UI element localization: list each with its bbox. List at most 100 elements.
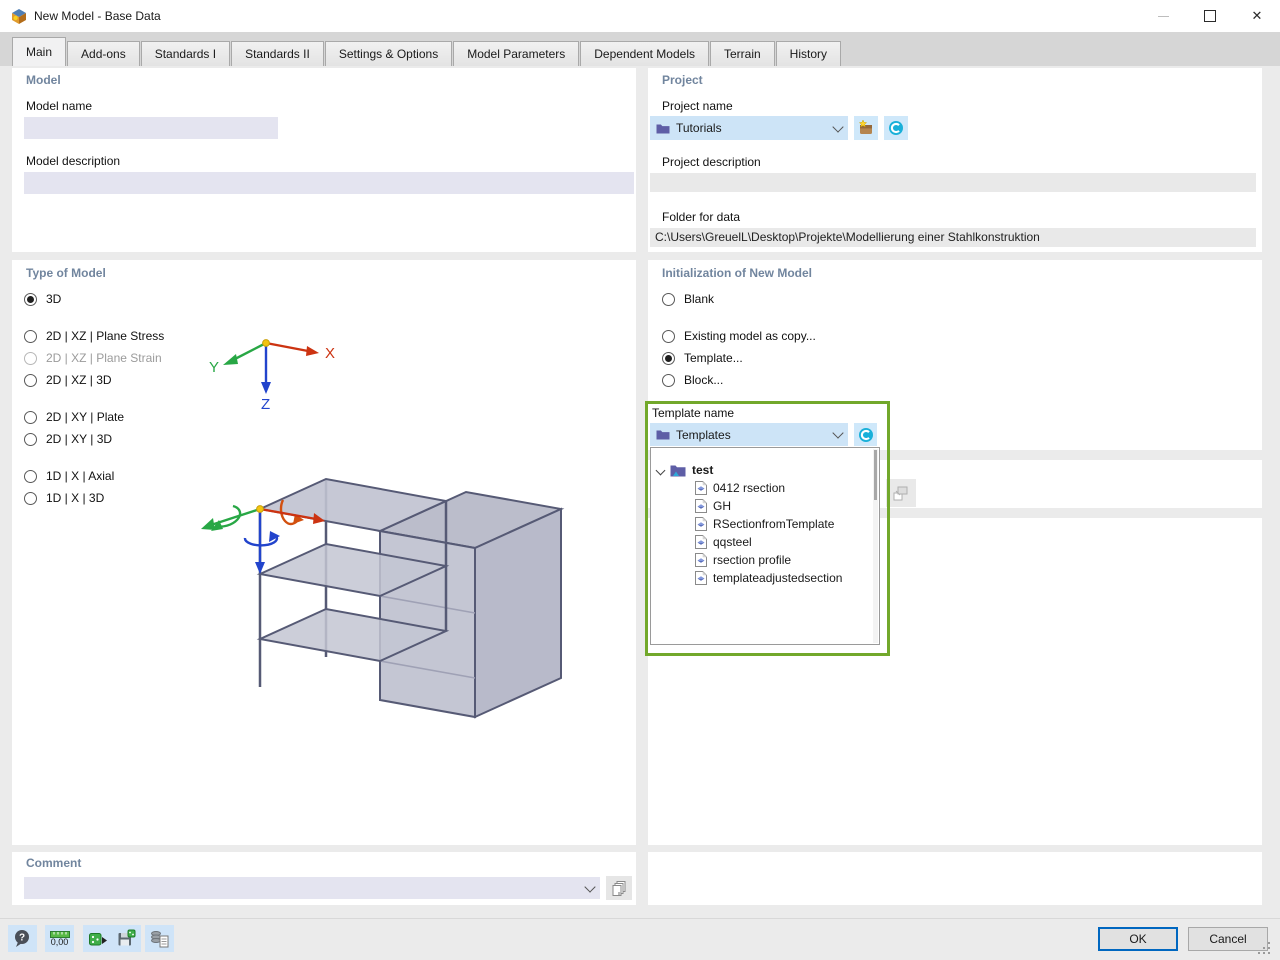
project-name-combobox[interactable]: Tutorials — [650, 116, 848, 140]
tree-item[interactable]: rsection profile — [695, 551, 791, 569]
axis-x-label: X — [325, 345, 335, 362]
tree-item-label: GH — [713, 499, 731, 513]
radio-circle — [662, 329, 675, 343]
radio-existing-model-as-copy[interactable]: Existing model as copy... — [662, 328, 816, 344]
tree-item[interactable]: GH — [695, 497, 731, 515]
green-cube-arrow-icon — [88, 932, 107, 945]
copy-comment-button[interactable] — [606, 876, 632, 900]
radio-1d-x-axial[interactable]: 1D | X | Axial — [24, 468, 114, 484]
model-description-input[interactable] — [24, 172, 634, 194]
chevron-down-icon — [584, 880, 596, 893]
adjust-template-button-disabled — [886, 479, 916, 507]
project-name-value: Tutorials — [676, 121, 722, 135]
expander-chevron-icon[interactable] — [655, 465, 666, 475]
radio-circle — [24, 351, 37, 365]
tab-add-ons[interactable]: Add-ons — [67, 41, 140, 66]
tree-item[interactable]: templateadjustedsection — [695, 569, 842, 587]
footer-divider — [0, 918, 1280, 919]
template-file-icon — [695, 481, 707, 495]
chevron-down-icon — [832, 120, 844, 133]
model-heading: Model — [26, 73, 61, 87]
units-decimal-places-button[interactable]: 0,00 — [45, 925, 74, 952]
comment-combobox[interactable] — [24, 877, 600, 899]
model-name-input[interactable] — [24, 117, 278, 139]
resize-grip[interactable] — [1258, 942, 1270, 954]
ok-button[interactable]: OK — [1098, 927, 1178, 951]
folder-open-icon — [670, 464, 686, 477]
model-name-label: Model name — [26, 99, 93, 113]
units-decimal-text: 0,00 — [50, 936, 69, 947]
radio-circle — [24, 373, 37, 387]
radio-circle — [24, 329, 37, 343]
project-heading: Project — [662, 73, 703, 87]
template-name-combobox[interactable]: Templates — [650, 423, 848, 446]
radio-circle — [662, 292, 675, 306]
tab-standards-1[interactable]: Standards I — [140, 41, 231, 66]
close-button[interactable]: ✕ — [1234, 0, 1280, 32]
tab-terrain[interactable]: Terrain — [709, 41, 775, 66]
sync-project-button[interactable] — [884, 116, 908, 140]
tab-settings-options[interactable]: Settings & Options — [324, 41, 453, 66]
tree-item[interactable]: qqsteel — [695, 533, 752, 551]
axis-z-label: Z — [261, 396, 270, 413]
tab-dependent-models[interactable]: Dependent Models — [580, 41, 709, 66]
radio-circle — [24, 432, 37, 446]
radio-blank[interactable]: Blank — [662, 291, 714, 307]
tree-item-label: RSectionfromTemplate — [713, 517, 835, 531]
sync-template-button[interactable] — [854, 423, 877, 446]
radio-3d[interactable]: 3D — [24, 291, 61, 307]
radio-2d-xz-plane-strain: 2D | XZ | Plane Strain — [24, 350, 162, 366]
template-combo-value: Templates — [676, 427, 731, 442]
type-of-model-heading: Type of Model — [26, 266, 106, 280]
tab-history[interactable]: History — [775, 41, 842, 66]
axis-y-label: Y — [209, 359, 219, 376]
radio-circle — [24, 469, 37, 483]
template-file-icon — [695, 535, 707, 549]
tree-item[interactable]: RSectionfromTemplate — [695, 515, 834, 533]
tree-node-test[interactable]: test — [655, 461, 714, 479]
radio-circle — [24, 491, 37, 505]
radio-template[interactable]: Template... — [662, 350, 743, 366]
tree-item-label: 0412 rsection — [713, 481, 786, 495]
radio-2d-xy-plate[interactable]: 2D | XY | Plate — [24, 409, 124, 425]
folder-for-data-field: C:\Users\GreuelL\Desktop\Projekte\Modell… — [650, 228, 1256, 247]
apply-settings-button[interactable] — [83, 925, 112, 952]
tree-node-label: test — [692, 463, 714, 477]
tree-item-label: qqsteel — [713, 535, 752, 549]
maximize-button[interactable] — [1187, 0, 1233, 32]
tab-model-parameters[interactable]: Model Parameters — [453, 41, 580, 66]
cloud-sync-icon — [858, 427, 873, 442]
radio-2d-xy-3d[interactable]: 2D | XY | 3D — [24, 431, 112, 447]
help-icon: ? — [15, 930, 29, 947]
open-project-manager-button[interactable] — [854, 116, 878, 140]
minimize-button — [1140, 0, 1186, 32]
app-cube-icon — [10, 7, 28, 25]
cancel-button[interactable]: Cancel — [1188, 927, 1268, 951]
tab-main[interactable]: Main — [12, 37, 67, 66]
pages-copy-icon — [612, 881, 626, 896]
tree-item[interactable]: 0412 rsection — [695, 479, 785, 497]
save-as-template-button[interactable] — [112, 925, 141, 952]
adjust-template-icon — [893, 486, 908, 501]
scrollbar-thumb[interactable] — [874, 450, 877, 500]
template-tree-dropdown: test 0412 rsection GH RSectionfromTempla… — [650, 447, 880, 645]
right-bottom-panel — [648, 852, 1262, 905]
template-file-icon — [695, 571, 707, 585]
help-button[interactable]: ? — [8, 925, 37, 952]
radio-2d-xz-3d[interactable]: 2D | XZ | 3D — [24, 372, 112, 388]
tree-scrollbar[interactable] — [873, 449, 878, 643]
project-description-label: Project description — [662, 155, 761, 169]
tree-item-label: rsection profile — [713, 553, 792, 567]
template-file-icon — [695, 553, 707, 567]
project-description-field — [650, 173, 1256, 192]
radio-block[interactable]: Block... — [662, 372, 723, 388]
cloud-sync-icon — [889, 121, 903, 135]
transfer-base-data-button[interactable] — [145, 925, 174, 952]
svg-text:?: ? — [19, 933, 25, 944]
new-model-dialog: { "window": { "title": "New Model - Base… — [0, 0, 1280, 960]
floppy-cube-icon — [118, 929, 136, 946]
tab-strip: Main Add-ons Standards I Standards II Se… — [0, 32, 1280, 66]
radio-1d-x-3d[interactable]: 1D | X | 3D — [24, 490, 104, 506]
radio-2d-xz-plane-stress[interactable]: 2D | XZ | Plane Stress — [24, 328, 164, 344]
tab-standards-2[interactable]: Standards II — [231, 41, 324, 66]
